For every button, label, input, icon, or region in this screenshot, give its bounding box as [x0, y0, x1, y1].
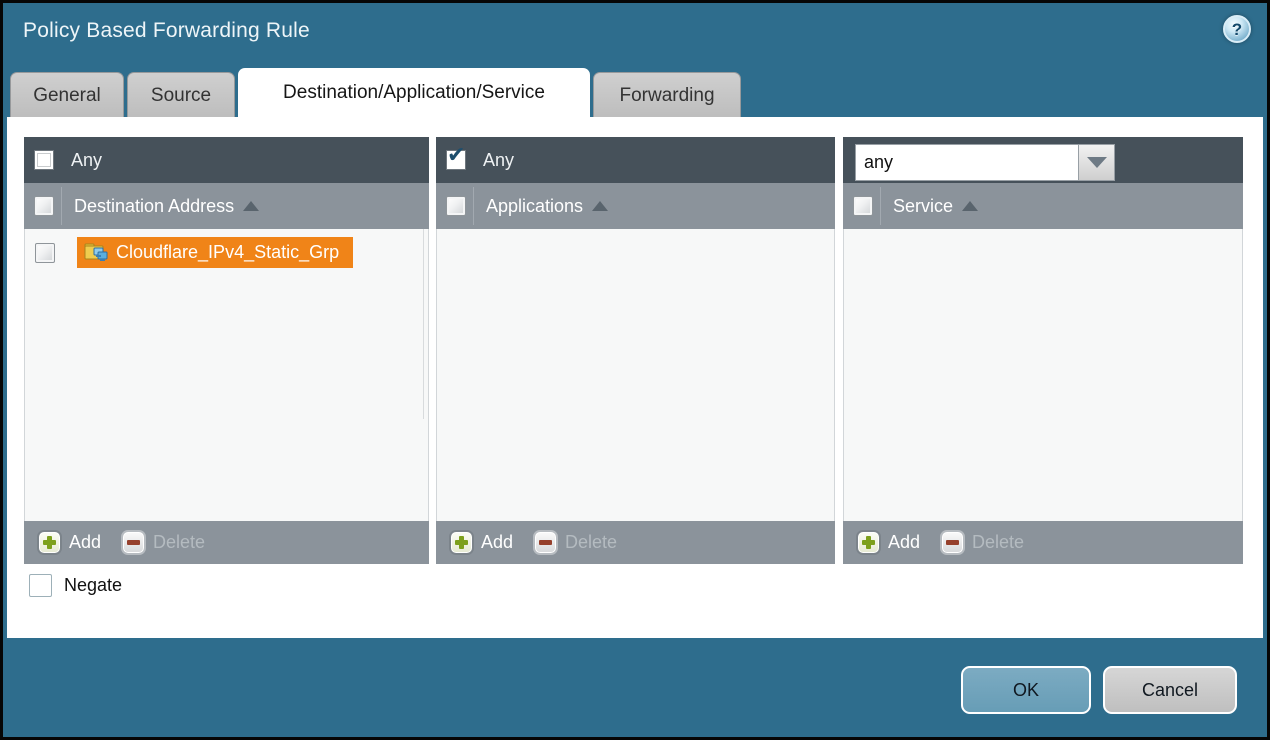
tab-content-panel: Any Destination Address	[7, 117, 1263, 638]
applications-select-all-checkbox[interactable]	[446, 196, 466, 216]
header-divider	[473, 187, 474, 225]
destination-column-header[interactable]: Destination Address	[24, 183, 429, 229]
applications-any-checkbox[interactable]: ✔	[446, 150, 466, 170]
service-header-label: Service	[893, 196, 953, 217]
header-divider	[61, 187, 62, 225]
tab-source[interactable]: Source	[127, 72, 235, 118]
add-icon[interactable]	[856, 530, 881, 555]
delete-button[interactable]: Delete	[972, 532, 1024, 553]
delete-icon[interactable]	[121, 530, 146, 555]
service-mode-dropdown[interactable]: any	[855, 144, 1115, 181]
applications-any-bar: ✔ Any	[436, 137, 835, 183]
chevron-down-icon	[1087, 157, 1107, 168]
add-button[interactable]: Add	[481, 532, 513, 553]
tab-destination-application-service[interactable]: Destination/Application/Service	[238, 68, 590, 118]
destination-list: Cloudflare_IPv4_Static_Grp	[24, 229, 429, 521]
cancel-button[interactable]: Cancel	[1103, 666, 1237, 714]
service-panel: any Service Add De	[843, 137, 1243, 564]
destination-any-label: Any	[71, 150, 102, 171]
service-mode-value[interactable]: any	[855, 144, 1079, 181]
tab-general[interactable]: General	[10, 72, 124, 118]
destination-address-panel: Any Destination Address	[24, 137, 429, 564]
scrollbar-track[interactable]	[423, 229, 424, 419]
delete-button[interactable]: Delete	[565, 532, 617, 553]
destination-select-all-checkbox[interactable]	[34, 196, 54, 216]
dropdown-button[interactable]	[1079, 144, 1115, 181]
ok-button[interactable]: OK	[961, 666, 1091, 714]
checkmark-icon: ✔	[447, 144, 465, 166]
service-select-all-checkbox[interactable]	[853, 196, 873, 216]
delete-icon[interactable]	[940, 530, 965, 555]
applications-column-header[interactable]: Applications	[436, 183, 835, 229]
selected-address-group[interactable]: Cloudflare_IPv4_Static_Grp	[77, 237, 353, 268]
destination-any-bar: Any	[24, 137, 429, 183]
sort-ascending-icon[interactable]	[243, 201, 259, 211]
service-footer: Add Delete	[843, 521, 1243, 564]
applications-header-label: Applications	[486, 196, 583, 217]
tab-forwarding[interactable]: Forwarding	[593, 72, 741, 118]
delete-icon[interactable]	[533, 530, 558, 555]
help-icon[interactable]: ?	[1223, 15, 1251, 43]
address-group-icon	[84, 243, 108, 262]
service-mode-bar: any	[843, 137, 1243, 183]
applications-panel: ✔ Any Applications Add Delete	[436, 137, 835, 564]
service-list	[843, 229, 1243, 521]
add-icon[interactable]	[37, 530, 62, 555]
applications-list	[436, 229, 835, 521]
address-group-name: Cloudflare_IPv4_Static_Grp	[116, 242, 339, 263]
negate-row: Negate	[29, 574, 122, 597]
negate-checkbox[interactable]	[29, 574, 52, 597]
table-row[interactable]: Cloudflare_IPv4_Static_Grp	[25, 229, 428, 268]
applications-any-label: Any	[483, 150, 514, 171]
sort-ascending-icon[interactable]	[962, 201, 978, 211]
row-checkbox[interactable]	[35, 243, 55, 263]
destination-header-label: Destination Address	[74, 196, 234, 217]
sort-ascending-icon[interactable]	[592, 201, 608, 211]
dialog-title: Policy Based Forwarding Rule	[23, 19, 310, 43]
header-divider	[880, 187, 881, 225]
add-button[interactable]: Add	[69, 532, 101, 553]
applications-footer: Add Delete	[436, 521, 835, 564]
add-icon[interactable]	[449, 530, 474, 555]
service-column-header[interactable]: Service	[843, 183, 1243, 229]
delete-button[interactable]: Delete	[153, 532, 205, 553]
question-mark-glyph: ?	[1232, 21, 1242, 38]
destination-footer: Add Delete	[24, 521, 429, 564]
selector-columns: Any Destination Address	[24, 137, 1243, 564]
add-button[interactable]: Add	[888, 532, 920, 553]
pbf-rule-dialog: Policy Based Forwarding Rule ? General S…	[0, 0, 1270, 740]
destination-any-checkbox[interactable]	[34, 150, 54, 170]
negate-label: Negate	[64, 575, 122, 596]
